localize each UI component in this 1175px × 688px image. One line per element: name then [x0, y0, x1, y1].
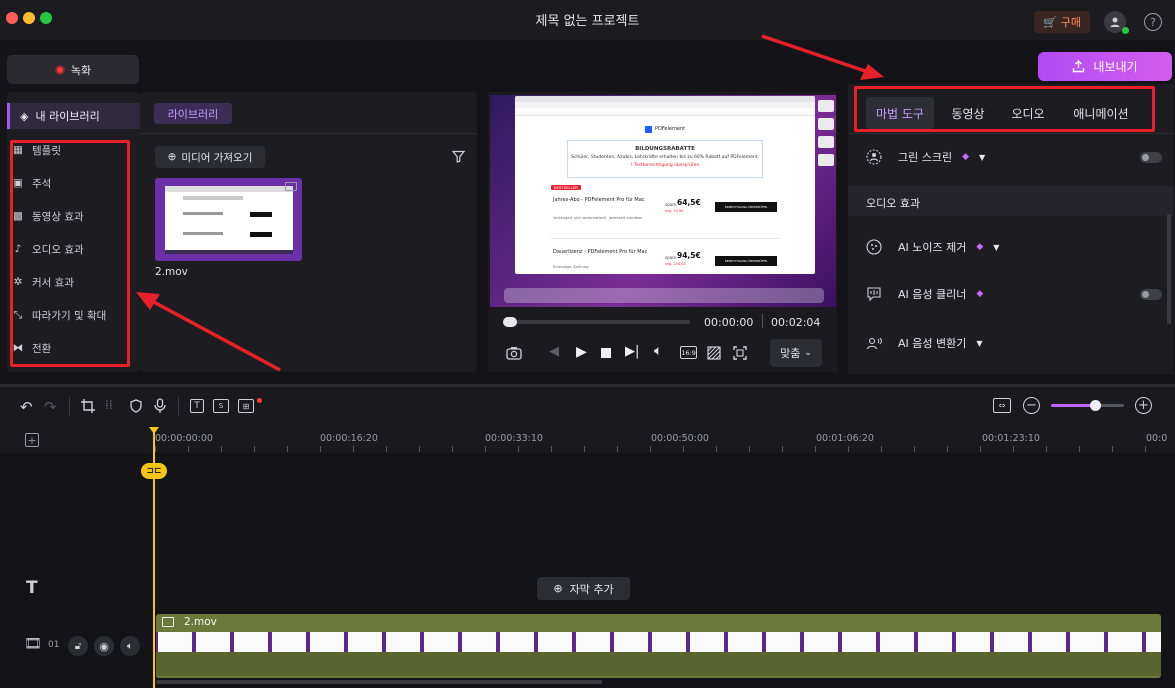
- clip-label: 2.mov: [184, 616, 217, 628]
- timeline-scrollbar[interactable]: [156, 680, 602, 684]
- zoom-slider-fill: [1051, 404, 1095, 407]
- zoom-in-icon[interactable]: +: [1135, 397, 1152, 414]
- crop-icon[interactable]: [81, 399, 95, 413]
- zoom-out-icon[interactable]: −: [1023, 397, 1040, 414]
- subtitle-tool-icon[interactable]: S: [213, 399, 229, 413]
- ruler-tick-label: 00:00:16:20: [320, 433, 378, 444]
- new-badge-dot: [257, 398, 262, 403]
- panel-resize-handle[interactable]: [0, 384, 1175, 387]
- split-icon[interactable]: ⁞⁞: [105, 398, 113, 412]
- ruler-tick-label: 00:01:23:10: [982, 433, 1040, 444]
- toolbar-separator: [69, 397, 70, 415]
- undo-icon[interactable]: ↶: [20, 398, 33, 416]
- fit-timeline-icon[interactable]: ⇔: [993, 398, 1011, 413]
- redo-icon[interactable]: ↷: [44, 398, 57, 416]
- add-caption-button[interactable]: ⊕ 자막 추가: [537, 577, 630, 600]
- add-track-icon[interactable]: +: [25, 433, 39, 447]
- ruler-tick-label: 00:00:50:00: [651, 433, 709, 444]
- shield-mask-icon[interactable]: [130, 399, 142, 413]
- zoom-slider-handle[interactable]: [1089, 400, 1101, 411]
- playhead-head[interactable]: [149, 427, 159, 434]
- toolbar-separator: [178, 397, 179, 415]
- ruler-tick-label: 00:01:06:20: [816, 433, 874, 444]
- clip-video-icon: [162, 617, 174, 627]
- text-tool-icon[interactable]: T: [190, 399, 204, 413]
- sticker-tool-icon[interactable]: ⊞: [238, 399, 254, 413]
- microphone-icon[interactable]: [154, 398, 166, 414]
- ruler-tick-label: 00:00:00:00: [155, 433, 213, 444]
- plus-circle-icon: ⊕: [553, 582, 563, 595]
- playhead-split-handle[interactable]: ⊐⊏: [141, 463, 167, 479]
- track-number: 01: [48, 640, 60, 650]
- lock-track-icon[interactable]: 🔓︎: [68, 636, 88, 656]
- ruler-tick-label: 00:00:33:10: [485, 433, 543, 444]
- clip-audio-waveform: [156, 652, 1161, 676]
- eye-visibility-icon[interactable]: ◉: [94, 636, 114, 656]
- text-track-icon: T: [26, 578, 38, 598]
- speaker-mute-icon[interactable]: 🔈︎: [120, 636, 140, 656]
- ruler-minor-ticks: [155, 446, 1175, 452]
- video-track-icon: 🎞︎: [24, 636, 42, 652]
- ruler-tick-label: 00:0: [1146, 433, 1168, 444]
- clip-filmstrip: [156, 632, 1161, 652]
